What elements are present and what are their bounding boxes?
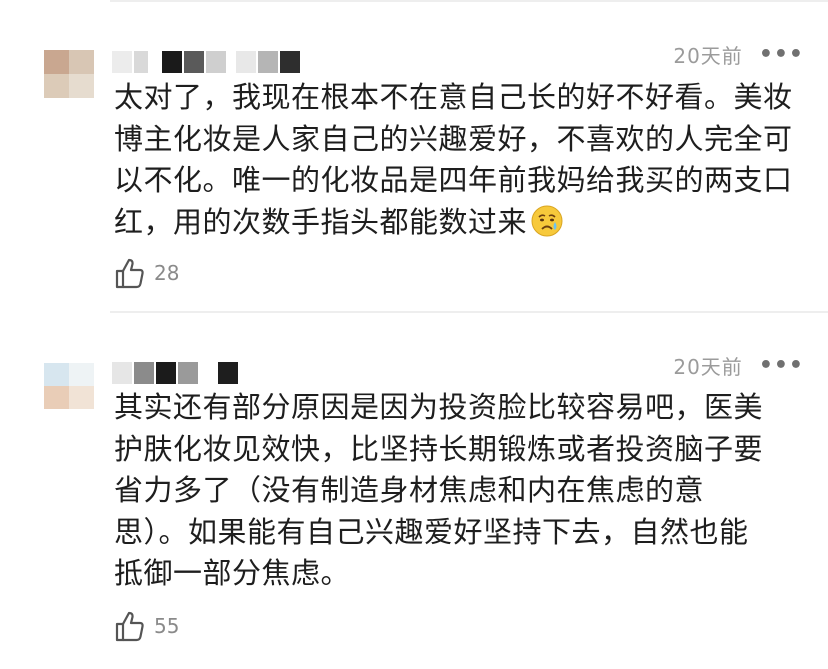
comment-item: 20天前 ••• 太对了，我现在根本不在意自己长的好不好看。美妆博主化妆是人家自… [0,0,828,313]
more-options-icon[interactable]: ••• [759,43,804,66]
comment-meta: 20天前 ••• [673,351,804,380]
comment-text: 太对了，我现在根本不在意自己长的好不好看。美妆博主化妆是人家自己的兴趣爱好，不喜… [114,77,796,243]
avatar[interactable] [44,50,94,98]
comment-line: 抵御一部分焦虑。 [114,556,351,590]
comment-text: 其实还有部分原因是因为投资脸比较容易吧，医美 护肤化妆见效快，比坚持长期锻炼或者… [114,387,796,595]
timestamp: 20天前 [673,355,743,379]
comment-item: 20天前 ••• 其实还有部分原因是因为投资脸比较容易吧，医美 护肤化妆见效快，… [0,313,828,669]
timestamp: 20天前 [673,44,743,68]
thumbs-up-icon [115,611,144,642]
comment-line: 其实还有部分原因是因为投资脸比较容易吧，医美 [114,390,764,424]
comment-body: 太对了，我现在根本不在意自己长的好不好看。美妆博主化妆是人家自己的兴趣爱好，不喜… [114,80,793,239]
comment-line: 护肤化妆见效快，比坚持长期锻炼或者投资脑子要 [114,431,764,466]
crying-face-icon [531,205,563,236]
like-button[interactable]: 55 [114,609,179,643]
username-redacted[interactable] [112,50,300,74]
thumbs-up-icon [115,258,144,289]
avatar[interactable] [44,363,94,409]
username-redacted[interactable] [112,361,238,385]
like-count: 28 [154,261,180,285]
more-options-icon[interactable]: ••• [759,354,804,377]
like-button[interactable]: 28 [114,256,179,290]
comment-line: 思）。如果能有自己兴趣爱好坚持下去，自然也能 [114,514,749,549]
like-count: 55 [154,614,180,638]
comment-meta: 20天前 ••• [673,40,804,69]
comment-line: 省力多了（没有制造身材焦虑和内在焦虑的意 [114,473,705,507]
